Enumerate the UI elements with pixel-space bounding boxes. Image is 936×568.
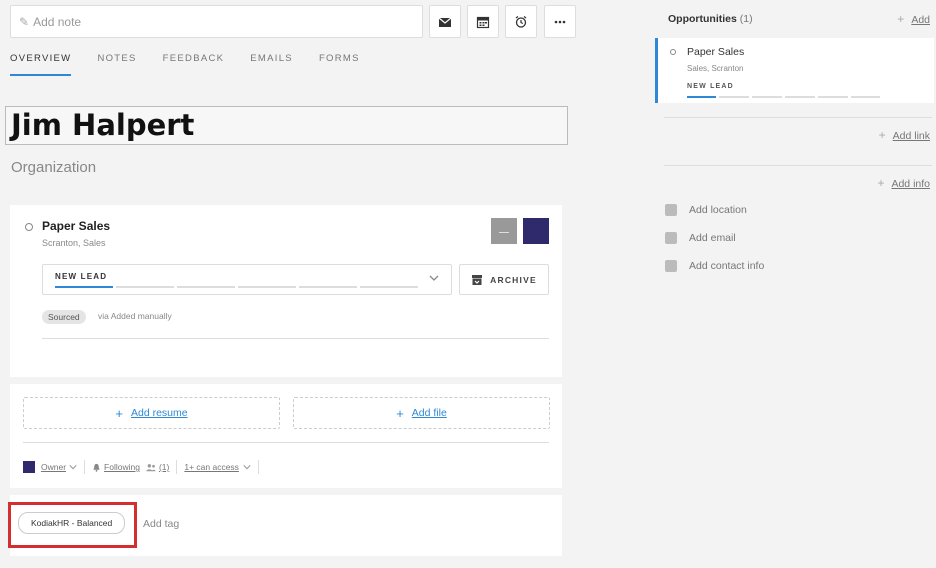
stage-segment-active (687, 96, 716, 98)
email-icon (665, 232, 677, 244)
stage-segment-active (55, 286, 113, 288)
stage-segment (818, 96, 848, 98)
divider (664, 117, 932, 118)
divider (664, 165, 932, 166)
stage-segment (177, 286, 235, 288)
mail-icon (438, 17, 452, 27)
sidebar-opportunity-stage: NEW LEAD (687, 83, 734, 90)
plus-icon: + (878, 128, 886, 142)
add-resume-button[interactable]: + Add resume (23, 397, 280, 429)
chevron-down-icon (429, 275, 439, 281)
calendar-button[interactable] (467, 5, 499, 38)
sourced-badge: Sourced (42, 310, 86, 324)
opportunities-label: Opportunities (668, 13, 737, 25)
add-file-button[interactable]: + Add file (293, 397, 550, 429)
add-location-label: Add location (689, 204, 747, 216)
chevron-down-icon (243, 465, 251, 470)
calendar-icon (476, 16, 490, 28)
stage-label: NEW LEAD (55, 272, 108, 281)
plus-icon: + (897, 12, 905, 26)
opportunities-count: (1) (739, 13, 753, 25)
stage-segment (238, 286, 296, 288)
add-note-input[interactable]: ✎ Add note (10, 5, 423, 38)
add-note-placeholder: Add note (33, 15, 82, 29)
divider (42, 338, 549, 339)
add-info-label: Add info (891, 178, 930, 190)
plus-icon: + (115, 405, 123, 421)
email-button[interactable] (429, 5, 461, 38)
tab-overview[interactable]: OVERVIEW (10, 53, 72, 76)
more-icon (554, 20, 566, 23)
stage-segment (299, 286, 357, 288)
archive-icon (472, 274, 483, 285)
add-location-button[interactable]: Add location (665, 204, 747, 216)
tab-emails[interactable]: EMAILS (250, 53, 293, 76)
add-contact-info-button[interactable]: Add contact info (665, 260, 764, 272)
add-opportunity-label: Add (911, 14, 930, 26)
add-resume-link[interactable]: Add resume (131, 407, 188, 419)
stage-select[interactable]: NEW LEAD (42, 264, 452, 295)
gray-avatar[interactable] (491, 218, 517, 244)
separator (176, 460, 178, 474)
stage-segment (116, 286, 174, 288)
plus-icon: + (396, 405, 404, 421)
pencil-icon: ✎ (19, 15, 30, 29)
more-button[interactable] (544, 5, 576, 38)
owner-avatar (23, 461, 35, 473)
opportunities-heading: Opportunities (1) (668, 13, 753, 25)
organization-field[interactable]: Organization (11, 159, 96, 176)
followers-count[interactable]: (1) (159, 462, 169, 472)
add-opportunity-button[interactable]: + Add (897, 12, 930, 26)
add-info-button[interactable]: + Add info (877, 176, 930, 190)
archive-label: ARCHIVE (490, 274, 537, 285)
sidebar-opportunity-subtitle: Sales, Scranton (687, 64, 744, 73)
separator (84, 460, 86, 474)
location-icon (665, 204, 677, 216)
access-row: Owner Following (1) 1+ can access (23, 460, 266, 474)
alarm-icon (515, 15, 527, 28)
source-via-text: via Added manually (98, 311, 172, 321)
plus-icon: + (877, 176, 885, 190)
access-dropdown[interactable]: 1+ can access (184, 462, 239, 472)
tab-bar: OVERVIEW NOTES FEEDBACK EMAILS FORMS (10, 53, 386, 76)
status-circle-icon (670, 49, 676, 55)
chevron-down-icon (69, 465, 77, 470)
stage-segment (719, 96, 749, 98)
main-panel: ✎ Add note OVERVIEW NOTES FEEDBACK EMAILS… (0, 0, 642, 568)
archive-button[interactable]: ARCHIVE (459, 264, 549, 295)
add-email-label: Add email (689, 232, 736, 244)
candidate-name-input[interactable]: Jim Halpert (5, 106, 568, 145)
sidebar-opportunity-title: Paper Sales (687, 46, 745, 58)
opportunity-card: Paper Sales Scranton, Sales NEW LEAD ARC… (10, 205, 562, 377)
add-tag-input[interactable]: Add tag (143, 518, 179, 530)
bell-icon (93, 463, 100, 472)
owner-dropdown[interactable]: Owner (41, 462, 66, 472)
navy-avatar[interactable] (523, 218, 549, 244)
stage-segment (785, 96, 815, 98)
stage-segment (851, 96, 880, 98)
tab-forms[interactable]: FORMS (319, 53, 360, 76)
divider (23, 442, 549, 443)
opportunity-title[interactable]: Paper Sales (42, 219, 110, 233)
opportunity-subtitle: Scranton, Sales (42, 238, 106, 248)
following-toggle[interactable]: Following (104, 462, 140, 472)
add-email-button[interactable]: Add email (665, 232, 736, 244)
add-link-label: Add link (892, 130, 930, 142)
stage-segment (360, 286, 418, 288)
highlight-box (8, 502, 137, 548)
stage-segment (752, 96, 782, 98)
sidebar: Opportunities (1) + Add Paper Sales Sales… (642, 0, 936, 568)
add-contact-info-label: Add contact info (689, 260, 765, 272)
reminder-button[interactable] (505, 5, 537, 38)
files-card: + Add resume + Add file Owner Following (1… (10, 384, 562, 488)
tab-feedback[interactable]: FEEDBACK (163, 53, 225, 76)
add-file-link[interactable]: Add file (412, 407, 447, 419)
add-link-button[interactable]: + Add link (879, 128, 930, 142)
tab-notes[interactable]: NOTES (97, 53, 136, 76)
separator (257, 460, 259, 474)
status-circle-icon (25, 223, 33, 231)
sidebar-opportunity-item[interactable]: Paper Sales Sales, Scranton NEW LEAD (655, 38, 934, 103)
phone-icon (665, 260, 677, 272)
people-icon (146, 463, 156, 471)
